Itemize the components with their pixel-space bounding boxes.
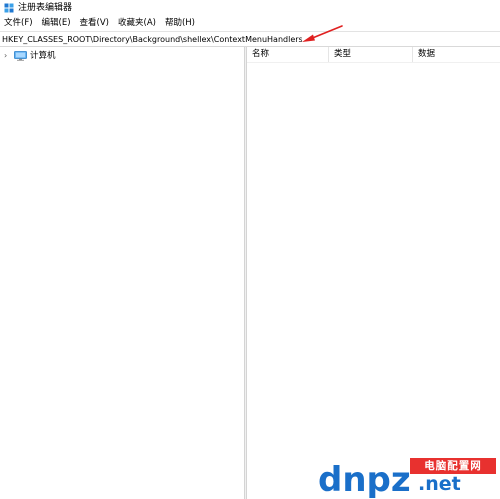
tree-node-computer[interactable]: › 计算机 <box>4 50 56 62</box>
menu-bar: 文件(F) 编辑(E) 查看(V) 收藏夹(A) 帮助(H) <box>0 16 500 30</box>
red-arrow-icon <box>302 25 343 42</box>
column-header-name[interactable]: 名称 <box>247 47 329 62</box>
menu-favorites[interactable]: 收藏夹(A) <box>118 16 156 30</box>
key-tree-pane: › 计算机 <box>0 47 244 499</box>
list-header: 名称 类型 数据 <box>247 47 500 63</box>
site-watermark: dnpz 电脑配置网 .net <box>318 452 498 499</box>
values-list-pane: 名称 类型 数据 <box>247 47 500 499</box>
menu-view[interactable]: 查看(V) <box>80 16 109 30</box>
title-bar: 注册表编辑器 <box>0 0 500 16</box>
computer-icon <box>14 51 27 61</box>
registry-editor-window: 注册表编辑器 文件(F) 编辑(E) 查看(V) 收藏夹(A) 帮助(H) › … <box>0 0 500 499</box>
menu-help[interactable]: 帮助(H) <box>165 16 195 30</box>
registry-path-input[interactable] <box>2 33 302 46</box>
menu-file[interactable]: 文件(F) <box>4 16 33 30</box>
address-bar <box>0 31 500 47</box>
watermark-domain-suffix: .net <box>418 473 461 495</box>
watermark-cn-text: 电脑配置网 <box>410 458 496 474</box>
chevron-right-icon[interactable]: › <box>4 50 12 62</box>
menu-edit[interactable]: 编辑(E) <box>42 16 71 30</box>
registry-editor-icon <box>4 3 14 13</box>
watermark-logo-text: dnpz <box>318 460 411 499</box>
tree-label-computer: 计算机 <box>30 51 56 61</box>
window-title: 注册表编辑器 <box>18 3 73 13</box>
watermark-logo: dnpz <box>318 460 411 499</box>
column-header-data[interactable]: 数据 <box>413 47 500 62</box>
column-header-type[interactable]: 类型 <box>329 47 413 62</box>
